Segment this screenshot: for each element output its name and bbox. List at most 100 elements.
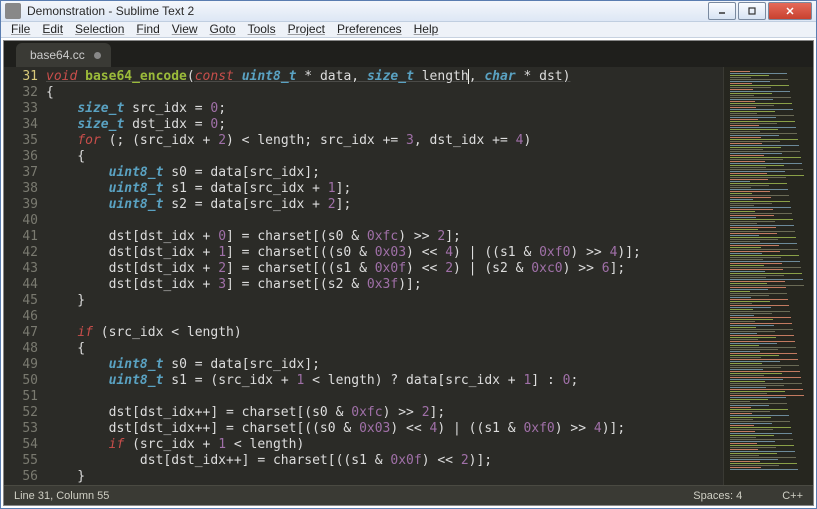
minimap-stripe [730,195,789,196]
minimap-stripe [730,329,793,330]
menu-preferences[interactable]: Preferences [337,22,402,36]
line-number[interactable]: 49 [4,357,38,373]
minimap-stripe [730,183,787,184]
code-line[interactable]: dst[dst_idx + 3] = charset[(s2 & 0x3f)]; [46,277,723,293]
menu-project[interactable]: Project [288,22,325,36]
code-line[interactable]: { [46,149,723,165]
minimap-stripe [730,403,787,404]
line-number[interactable]: 36 [4,149,38,165]
line-number[interactable]: 56 [4,469,38,485]
code-line[interactable]: uint8_t s0 = data[src_idx]; [46,357,723,373]
minimap-stripe [730,149,763,150]
code-line[interactable]: dst[dst_idx++] = charset[(s0 & 0xfc) >> … [46,405,723,421]
line-number[interactable]: 55 [4,453,38,469]
menu-file[interactable]: File [11,22,30,36]
line-number[interactable]: 54 [4,437,38,453]
minimap-stripe [730,223,757,224]
minimap-stripe [730,397,786,398]
line-number[interactable]: 40 [4,213,38,229]
code-line[interactable]: if (src_idx < length) [46,325,723,341]
code-line[interactable]: dst[dst_idx++] = charset[((s1 & 0x0f) <<… [46,453,723,469]
minimap-stripe [730,205,754,206]
line-number[interactable]: 53 [4,421,38,437]
minimap-stripe [730,285,804,286]
line-number[interactable]: 43 [4,261,38,277]
minimap-stripe [730,89,753,90]
minimap-stripe [730,305,789,306]
code-line[interactable] [46,389,723,405]
line-number[interactable]: 47 [4,325,38,341]
minimap-stripe [730,235,759,236]
status-language[interactable]: C++ [782,490,803,502]
maximize-button[interactable] [738,2,766,20]
code-editor[interactable]: void base64_encode(const uint8_t * data,… [46,67,723,485]
minimize-button[interactable] [708,2,736,20]
line-number[interactable]: 44 [4,277,38,293]
minimap-stripe [730,93,772,94]
code-line[interactable] [46,213,723,229]
status-position[interactable]: Line 31, Column 55 [14,490,109,502]
menu-tools[interactable]: Tools [248,22,276,36]
line-number[interactable]: 33 [4,101,38,117]
code-line[interactable]: { [46,341,723,357]
minimap-stripe [730,231,795,232]
minimap-stripe [730,363,762,364]
minimap-stripe [730,179,768,180]
code-line[interactable]: } [46,469,723,485]
menu-edit[interactable]: Edit [42,22,63,36]
code-line[interactable]: dst[dst_idx + 0] = charset[(s0 & 0xfc) >… [46,229,723,245]
menu-find[interactable]: Find [136,22,159,36]
minimap-stripe [730,341,795,342]
minimap-stripe [730,161,765,162]
line-number[interactable]: 42 [4,245,38,261]
code-line[interactable]: { [46,85,723,101]
code-line[interactable]: dst[dst_idx++] = charset[((s0 & 0x03) <<… [46,421,723,437]
code-line[interactable]: uint8_t s1 = (src_idx + 1 < length) ? da… [46,373,723,389]
titlebar[interactable]: Demonstration - Sublime Text 2 [1,1,816,22]
line-gutter[interactable]: 3132333435363738394041424344454647484950… [4,67,46,485]
line-number[interactable]: 31 [4,69,38,85]
minimap-stripe [730,421,790,422]
minimap-stripe [730,155,764,156]
code-line[interactable]: uint8_t s0 = data[src_idx]; [46,165,723,181]
line-number[interactable]: 41 [4,229,38,245]
minimap-stripe [730,327,756,328]
menu-view[interactable]: View [172,22,198,36]
line-number[interactable]: 35 [4,133,38,149]
code-line[interactable]: dst[dst_idx + 2] = charset[((s1 & 0x0f) … [46,261,723,277]
line-number[interactable]: 32 [4,85,38,101]
tab-base64[interactable]: base64.cc [16,43,111,67]
code-line[interactable]: uint8_t s1 = data[src_idx + 1]; [46,181,723,197]
minimap-stripe [730,193,752,194]
code-line[interactable]: dst[dst_idx + 1] = charset[((s0 & 0x03) … [46,245,723,261]
line-number[interactable]: 45 [4,293,38,309]
code-line[interactable]: for (; (src_idx + 2) < length; src_idx +… [46,133,723,149]
line-number[interactable]: 51 [4,389,38,405]
minimap-stripe [730,163,802,164]
code-line[interactable]: } [46,293,723,309]
line-number[interactable]: 50 [4,373,38,389]
close-button[interactable] [768,2,812,20]
menu-help[interactable]: Help [414,22,439,36]
minimap-stripe [730,169,803,170]
line-number[interactable]: 48 [4,341,38,357]
menu-selection[interactable]: Selection [75,22,124,36]
code-line[interactable]: size_t dst_idx = 0; [46,117,723,133]
status-spaces[interactable]: Spaces: 4 [693,490,742,502]
code-line[interactable] [46,309,723,325]
line-number[interactable]: 46 [4,309,38,325]
minimap-stripe [730,241,760,242]
code-line[interactable]: void base64_encode(const uint8_t * data,… [46,69,723,85]
code-line[interactable]: if (src_idx + 1 < length) [46,437,723,453]
line-number[interactable]: 37 [4,165,38,181]
line-number[interactable]: 52 [4,405,38,421]
line-number[interactable]: 34 [4,117,38,133]
code-line[interactable]: size_t src_idx = 0; [46,101,723,117]
line-number[interactable]: 38 [4,181,38,197]
menu-goto[interactable]: Goto [210,22,236,36]
tab-bar[interactable]: base64.cc [4,41,813,67]
minimap-stripe [730,247,761,248]
code-line[interactable]: uint8_t s2 = data[src_idx + 2]; [46,197,723,213]
minimap[interactable] [723,67,813,485]
line-number[interactable]: 39 [4,197,38,213]
